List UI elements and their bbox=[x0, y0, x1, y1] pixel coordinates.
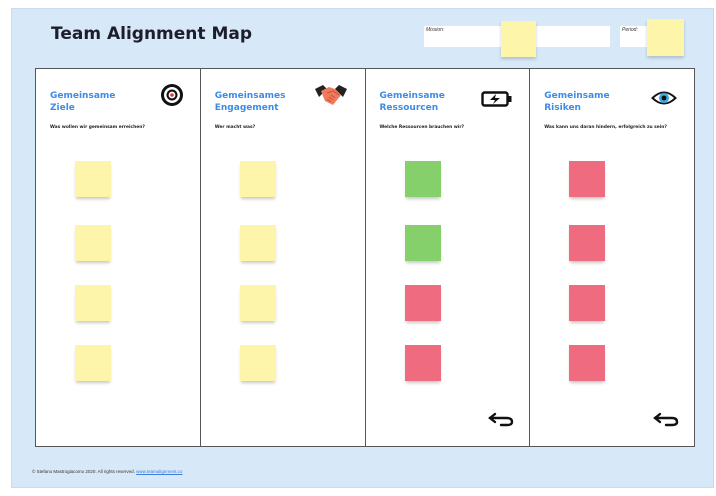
alignment-board: Gemeinsame Ziele Was wollen wir gemeinsa… bbox=[35, 68, 695, 447]
sticky-note[interactable] bbox=[404, 161, 441, 197]
sticky-note[interactable] bbox=[569, 285, 606, 321]
sticky-note[interactable] bbox=[404, 345, 441, 381]
sticky-note-mission[interactable] bbox=[501, 21, 536, 57]
column-goals: Gemeinsame Ziele Was wollen wir gemeinsa… bbox=[36, 69, 201, 446]
sticky-note[interactable] bbox=[239, 161, 276, 197]
sticky-note[interactable] bbox=[569, 225, 606, 261]
column-question: Wer macht was? bbox=[214, 125, 256, 130]
sticky-note[interactable] bbox=[239, 285, 276, 321]
column-resources: Gemeinsame Ressourcen Welche Ressourcen … bbox=[366, 69, 531, 446]
column-question: Was kann uns daran hindern, erfolgreich … bbox=[544, 125, 667, 130]
page-title: Team Alignment Map bbox=[51, 24, 253, 44]
column-title: Gemeinsame Ressourcen bbox=[379, 91, 445, 113]
sticky-note[interactable] bbox=[404, 225, 441, 261]
column-question: Was wollen wir gemeinsam erreichen? bbox=[50, 125, 145, 130]
period-label: Period: bbox=[622, 27, 638, 33]
column-title: Gemeinsames Engagement bbox=[214, 91, 286, 113]
back-arrow-icon[interactable] bbox=[652, 411, 680, 432]
column-engagement: Gemeinsames Engagement Wer macht was? bbox=[201, 69, 366, 446]
sticky-note[interactable] bbox=[75, 285, 111, 321]
sticky-note[interactable] bbox=[239, 225, 276, 261]
sticky-note[interactable] bbox=[404, 285, 441, 321]
battery-icon bbox=[481, 91, 513, 112]
sticky-note-period[interactable] bbox=[647, 19, 684, 56]
sticky-note[interactable] bbox=[75, 345, 111, 381]
column-title: Gemeinsame Risiken bbox=[544, 91, 610, 113]
sticky-note[interactable] bbox=[75, 225, 111, 261]
sticky-note[interactable] bbox=[569, 345, 606, 381]
column-title: Gemeinsame Ziele bbox=[50, 91, 116, 113]
sticky-note[interactable] bbox=[569, 161, 606, 197]
sticky-note[interactable] bbox=[75, 161, 111, 197]
copyright-text: © Stefano Mastrogiacomo 2020. All rights… bbox=[32, 469, 135, 474]
column-question: Welche Ressourcen brauchen wir? bbox=[379, 125, 465, 130]
mission-label: Mission: bbox=[426, 27, 445, 33]
footer: © Stefano Mastrogiacomo 2020. All rights… bbox=[32, 469, 182, 474]
website-link[interactable]: www.teamalignment.co bbox=[136, 469, 182, 474]
target-icon bbox=[160, 83, 184, 112]
handshake-icon bbox=[313, 83, 349, 114]
eye-icon bbox=[650, 89, 678, 112]
sticky-note[interactable] bbox=[239, 345, 276, 381]
back-arrow-icon[interactable] bbox=[487, 411, 515, 432]
column-risks: Gemeinsame Risiken Was kann uns daran hi… bbox=[530, 69, 694, 446]
